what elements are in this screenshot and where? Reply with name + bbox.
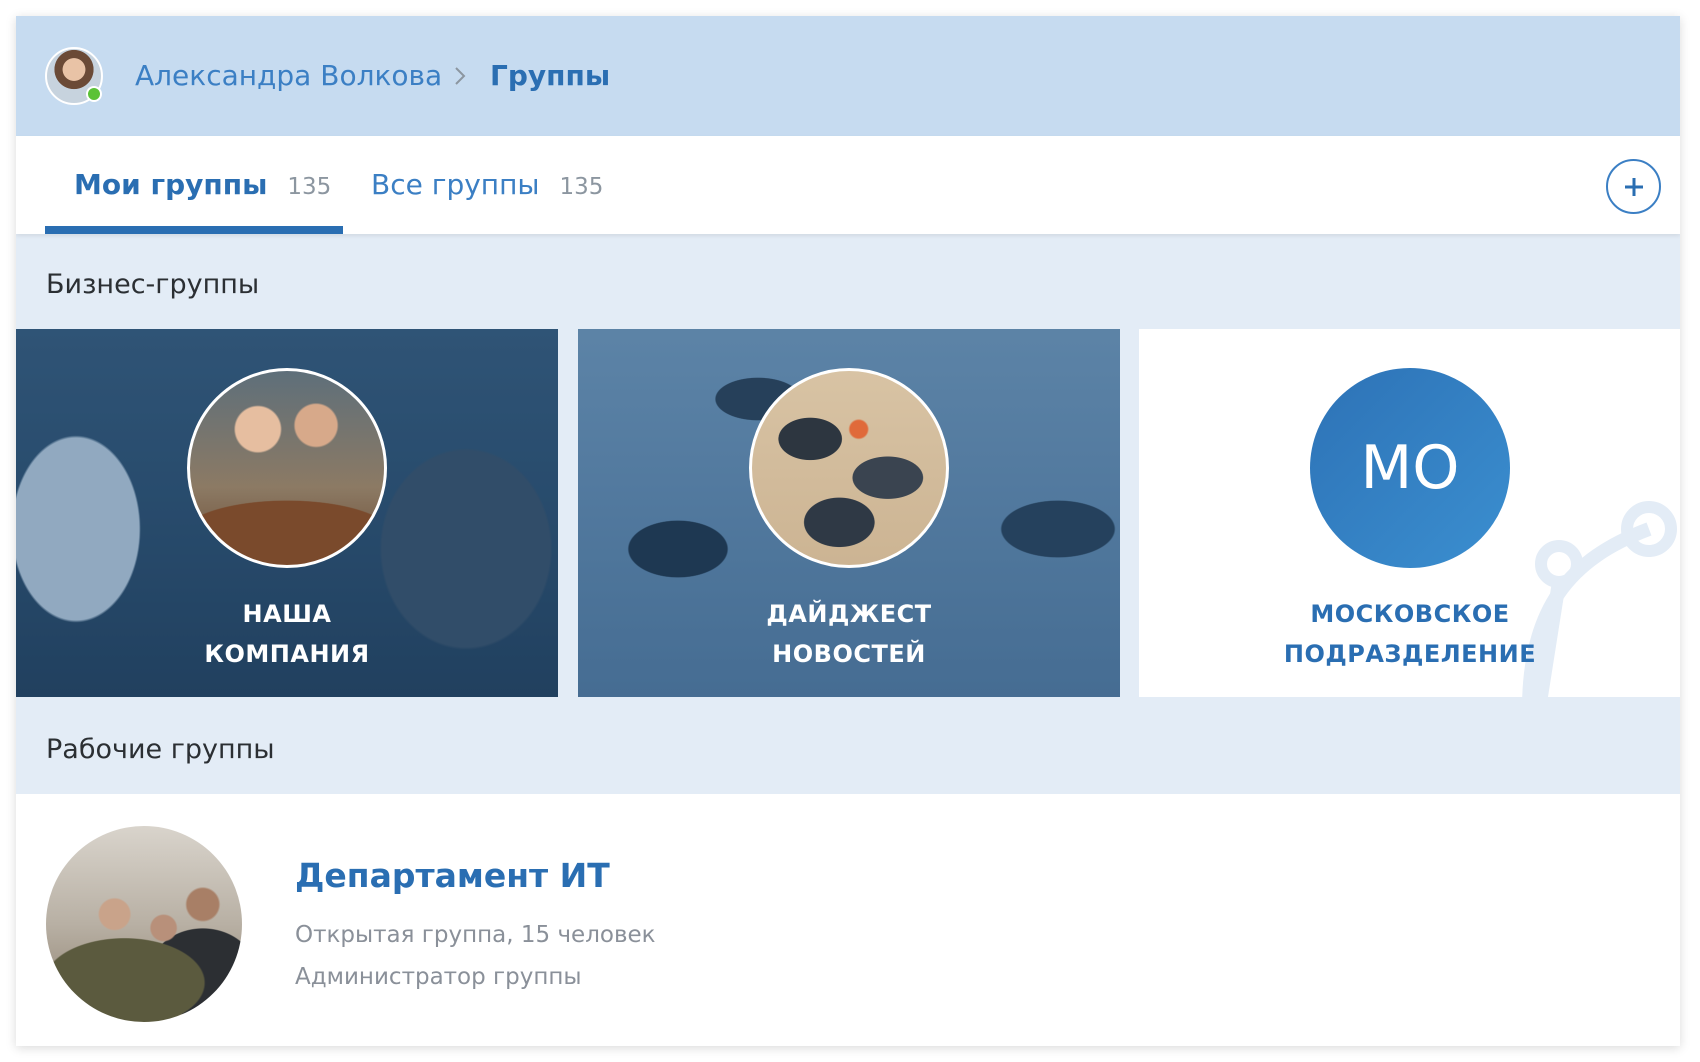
group-role: Администратор группы [295, 964, 582, 990]
chevron-right-icon [455, 67, 466, 85]
user-avatar[interactable] [45, 47, 103, 105]
business-group-card-news-digest[interactable]: ДАЙДЖЕСТ НОВОСТЕЙ [578, 329, 1120, 697]
group-avatar [187, 368, 387, 568]
groups-page: Александра Волкова Группы Мои группы 135 … [16, 16, 1680, 1046]
tab-my-groups[interactable]: Мои группы 135 [74, 136, 331, 234]
group-initials-avatar: МО [1310, 368, 1510, 568]
section-title-business: Бизнес-группы [46, 269, 260, 300]
group-title: ДАЙДЖЕСТ НОВОСТЕЙ [766, 600, 932, 668]
active-tab-indicator [45, 226, 343, 234]
breadcrumb-user-link[interactable]: Александра Волкова [135, 56, 442, 96]
business-group-card-our-company[interactable]: НАША КОМПАНИЯ [16, 329, 558, 697]
tab-bar: Мои группы 135 Все группы 135 [16, 136, 1680, 234]
work-group-item[interactable]: Департамент ИТ Открытая группа, 15 челов… [16, 794, 1680, 1046]
tab-count: 135 [559, 174, 604, 200]
section-title-work: Рабочие группы [46, 734, 275, 765]
business-group-card-moscow-division[interactable]: МО МОСКОВСКОЕ ПОДРАЗДЕЛЕНИЕ [1139, 329, 1680, 697]
add-group-button[interactable] [1606, 159, 1661, 214]
group-avatar [749, 368, 949, 568]
group-meta: Открытая группа, 15 человек [295, 922, 656, 948]
group-title: НАША КОМПАНИЯ [204, 600, 370, 668]
tab-all-groups[interactable]: Все группы 135 [371, 136, 603, 234]
group-title: МОСКОВСКОЕ ПОДРАЗДЕЛЕНИЕ [1283, 600, 1537, 668]
group-name-link[interactable]: Департамент ИТ [295, 856, 610, 895]
online-status-indicator [86, 86, 102, 102]
group-avatar[interactable] [46, 826, 242, 1022]
tab-label: Все группы [371, 168, 540, 201]
header: Александра Волкова Группы [16, 16, 1680, 136]
tab-count: 135 [287, 174, 332, 200]
plus-icon [1625, 178, 1643, 196]
breadcrumb-current: Группы [490, 59, 611, 92]
tab-label: Мои группы [74, 168, 268, 201]
